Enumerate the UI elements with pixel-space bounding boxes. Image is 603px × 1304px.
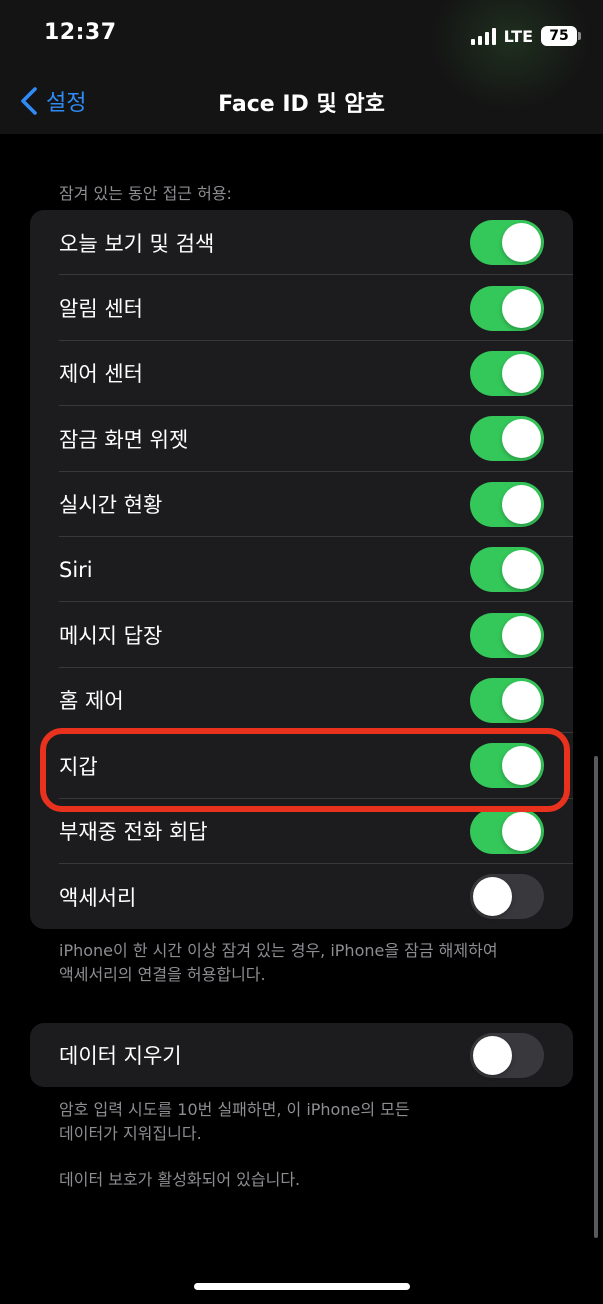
toggle-knob: [502, 484, 541, 524]
setting-row: 실시간 현황: [30, 472, 573, 537]
scroll-indicator: [594, 756, 598, 1238]
setting-toggle[interactable]: [470, 547, 544, 593]
section-header-lock-access: 잠겨 있는 동안 접근 허용:: [59, 184, 232, 203]
setting-toggle[interactable]: [470, 416, 544, 462]
toggle-knob: [502, 615, 541, 655]
setting-row: Siri: [30, 537, 573, 603]
setting-row: 지갑: [30, 733, 573, 799]
toggle-knob: [502, 419, 541, 459]
battery-icon: 75: [541, 26, 581, 46]
toggle-knob: [502, 550, 541, 590]
setting-toggle[interactable]: [470, 285, 544, 331]
top-bar: 12:37 LTE 75 설정 Face ID 및 암호: [0, 0, 603, 134]
data-protection-note: 데이터 보호가 활성화되어 있습니다.: [59, 1170, 301, 1189]
toggle-knob: [502, 288, 541, 328]
toggle-knob: [502, 746, 541, 786]
setting-label: 잠금 화면 위젯: [59, 427, 189, 452]
setting-row: 알림 센터: [30, 275, 573, 341]
setting-label: 액세서리: [59, 885, 137, 910]
toggle-knob: [473, 1035, 512, 1075]
setting-row: 오늘 보기 및 검색: [30, 210, 573, 276]
setting-toggle[interactable]: [470, 612, 544, 658]
erase-data-row: 데이터 지우기: [30, 1023, 573, 1087]
status-time: 12:37: [44, 20, 117, 45]
toggle-knob: [502, 353, 541, 393]
setting-label: Siri: [59, 557, 93, 582]
setting-label: 부재중 전화 회답: [59, 820, 208, 845]
setting-row: 홈 제어: [30, 668, 573, 734]
setting-row: 부재중 전화 회답: [30, 799, 573, 864]
setting-toggle[interactable]: [470, 350, 544, 396]
setting-label: 제어 센터: [59, 362, 143, 387]
setting-row: 액세서리: [30, 864, 573, 929]
accessory-footnote: iPhone이 한 시간 이상 잠겨 있는 경우, iPhone을 잠금 해제하…: [59, 941, 498, 984]
network-type: LTE: [503, 26, 533, 46]
setting-toggle[interactable]: [470, 874, 544, 920]
setting-label: 홈 제어: [59, 689, 124, 714]
page-title: Face ID 및 암호: [218, 92, 385, 117]
setting-row: 메시지 답장: [30, 602, 573, 668]
toggle-knob: [502, 811, 541, 851]
cellular-signal-icon: [470, 27, 496, 45]
setting-row: 잠금 화면 위젯: [30, 406, 573, 472]
setting-toggle[interactable]: [470, 808, 544, 854]
erase-data-toggle[interactable]: [470, 1032, 544, 1078]
toggle-knob: [502, 223, 541, 263]
erase-data-label: 데이터 지우기: [59, 1044, 182, 1068]
setting-toggle[interactable]: [470, 481, 544, 527]
erase-data-footnote: 암호 입력 시도를 10번 실패하면, 이 iPhone의 모든 데이터가 지워…: [59, 1100, 410, 1143]
status-indicators: LTE 75: [470, 24, 581, 48]
setting-toggle[interactable]: [470, 220, 544, 266]
erase-data-group: 데이터 지우기: [30, 1023, 573, 1087]
battery-level: 75: [549, 28, 569, 44]
setting-label: 메시지 답장: [59, 624, 163, 649]
setting-label: 지갑: [59, 754, 98, 779]
lock-access-group: 오늘 보기 및 검색알림 센터제어 센터잠금 화면 위젯실시간 현황 Siri 메시…: [30, 210, 573, 930]
setting-label: 알림 센터: [59, 297, 143, 322]
setting-label: 오늘 보기 및 검색: [59, 231, 215, 256]
setting-toggle[interactable]: [470, 743, 544, 789]
toggle-knob: [502, 680, 541, 720]
setting-row: 제어 센터: [30, 341, 573, 407]
settings-screen: 12:37 LTE 75 설정 Face ID 및 암호 잠겨 있는 동안 접근…: [0, 0, 603, 1304]
setting-toggle[interactable]: [470, 677, 544, 723]
toggle-knob: [473, 877, 512, 917]
home-indicator[interactable]: [194, 1283, 410, 1290]
setting-label: 실시간 현황: [59, 493, 163, 518]
